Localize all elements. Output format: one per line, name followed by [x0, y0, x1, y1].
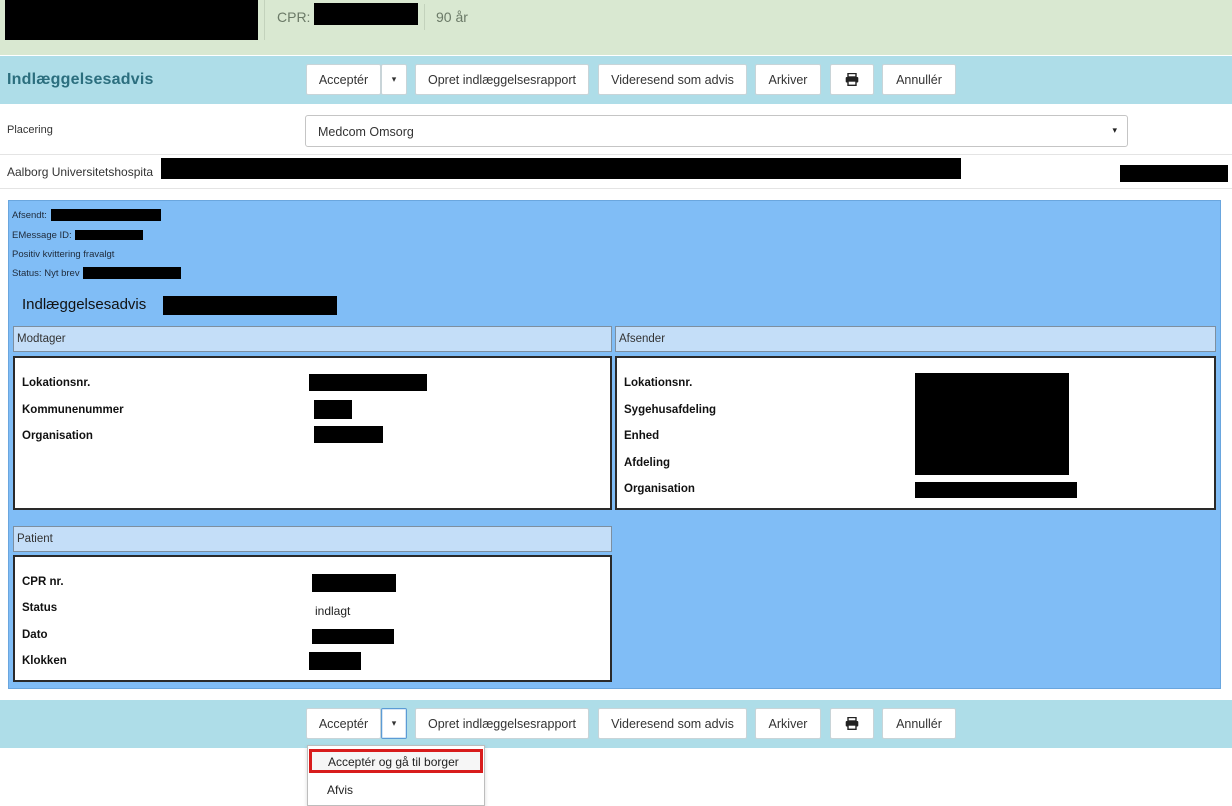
- sender-organisation-label: Organisation: [624, 483, 695, 495]
- placement-row: Placering Medcom Omsorg ▾: [0, 105, 1232, 155]
- sender-unit-label: Enhed: [624, 430, 660, 442]
- receiver-header: Modtager: [13, 326, 612, 352]
- print-icon: [845, 717, 859, 730]
- top-toolbar: Indlæggelsesadvis Acceptér ▾ Opret indlæ…: [0, 56, 1232, 104]
- create-admission-report-button[interactable]: Opret indlæggelsesrapport: [415, 708, 589, 739]
- receiver-location-redacted: [309, 374, 427, 391]
- patient-section: CPR nr. Status indlagt Dato Klokken: [13, 555, 612, 682]
- sender-values-redacted: [915, 373, 1069, 475]
- menu-item-reject[interactable]: Afvis: [308, 778, 484, 802]
- timestamp-redacted: [1120, 165, 1228, 182]
- forward-as-advice-button[interactable]: Videresend som advis: [598, 708, 747, 739]
- menu-item-label: Acceptér og gå til borger: [328, 755, 459, 769]
- receiver-municipality-label: Kommunenummer: [22, 404, 124, 416]
- sent-label: Afsendt:: [12, 210, 47, 221]
- patient-cpr-redacted: [312, 574, 396, 592]
- hospital-details-redacted: [161, 158, 961, 179]
- patient-age: 90 år: [436, 9, 468, 25]
- archive-button[interactable]: Arkiver: [755, 708, 821, 739]
- patient-date-label: Dato: [22, 629, 48, 641]
- sender-department-label: Afdeling: [624, 457, 670, 469]
- hospital-row: Aalborg Universitetshospita: [0, 157, 1232, 189]
- chevron-down-icon: ▾: [1112, 125, 1117, 135]
- cancel-button[interactable]: Annullér: [882, 708, 956, 739]
- print-icon: [845, 73, 859, 86]
- create-admission-report-button[interactable]: Opret indlæggelsesrapport: [415, 64, 589, 95]
- receiver-section: Lokationsnr. Kommunenummer Organisation: [13, 356, 612, 510]
- chevron-down-icon: ▾: [391, 718, 397, 728]
- placement-label: Placering: [7, 124, 53, 136]
- patient-header: CPR: 90 år: [0, 0, 1232, 55]
- cancel-button[interactable]: Annullér: [882, 64, 956, 95]
- patient-time-label: Klokken: [22, 655, 67, 667]
- print-button[interactable]: [830, 708, 874, 739]
- archive-button[interactable]: Arkiver: [755, 64, 821, 95]
- sent-value-redacted: [51, 209, 161, 221]
- forward-as-advice-button[interactable]: Videresend som advis: [598, 64, 747, 95]
- sender-organisation-redacted: [915, 482, 1077, 498]
- chevron-down-icon: ▾: [391, 74, 397, 84]
- sender-header-label: Afsender: [619, 333, 666, 345]
- message-panel: Afsendt: EMessage ID: Positiv kvittering…: [8, 200, 1221, 689]
- patient-name-redacted: [5, 0, 258, 40]
- patient-header-label: Patient: [17, 533, 53, 545]
- sender-header: Afsender: [615, 326, 1216, 352]
- receiver-organisation-label: Organisation: [22, 430, 93, 442]
- sender-location-label: Lokationsnr.: [624, 377, 693, 389]
- bottom-toolbar: Acceptér ▾ Opret indlæggelsesrapport Vid…: [0, 700, 1232, 748]
- header-divider-2: [424, 4, 425, 30]
- receiver-location-label: Lokationsnr.: [22, 377, 91, 389]
- accept-dropdown-toggle[interactable]: ▾: [381, 64, 407, 95]
- menu-item-accept-and-go-to-citizen[interactable]: Acceptér og gå til borger: [309, 749, 483, 773]
- print-button[interactable]: [830, 64, 874, 95]
- receiver-municipality-redacted: [314, 400, 352, 419]
- letter-status: Status: Nyt brev: [12, 268, 80, 279]
- page-title: Indlæggelsesadvis: [7, 71, 154, 88]
- receipt-status: Positiv kvittering fravalgt: [12, 249, 115, 260]
- accept-dropdown-toggle[interactable]: ▾: [381, 708, 407, 739]
- emessage-id-label: EMessage ID:: [12, 230, 72, 241]
- sender-hospital-department-label: Sygehusafdeling: [624, 404, 717, 416]
- sender-section: Lokationsnr. Sygehusafdeling Enhed Afdel…: [615, 356, 1216, 510]
- header-divider: [264, 0, 265, 40]
- message-title-redacted: [163, 296, 337, 315]
- patient-status-value: indlagt: [315, 604, 351, 618]
- patient-status-label: Status: [22, 602, 58, 614]
- cpr-value-redacted: [314, 3, 418, 25]
- accept-button[interactable]: Acceptér: [306, 64, 381, 95]
- placement-select-value: Medcom Omsorg: [318, 125, 414, 139]
- letter-status-redacted: [83, 267, 181, 279]
- cpr-label: CPR:: [277, 9, 311, 25]
- receiver-header-label: Modtager: [17, 333, 66, 345]
- menu-item-label: Afvis: [327, 783, 354, 797]
- patient-cpr-label: CPR nr.: [22, 576, 64, 588]
- placement-select[interactable]: Medcom Omsorg ▾: [305, 115, 1128, 147]
- hospital-name: Aalborg Universitetshospita: [7, 165, 154, 179]
- emessage-id-redacted: [75, 230, 143, 240]
- patient-date-redacted: [312, 629, 394, 644]
- message-title: Indlæggelsesadvis: [22, 296, 147, 313]
- accept-button[interactable]: Acceptér: [306, 708, 381, 739]
- patient-time-redacted: [309, 652, 361, 670]
- receiver-organisation-redacted: [314, 426, 383, 443]
- accept-dropdown-menu: Acceptér og gå til borger Afvis: [307, 745, 485, 806]
- patient-header-section: Patient: [13, 526, 612, 552]
